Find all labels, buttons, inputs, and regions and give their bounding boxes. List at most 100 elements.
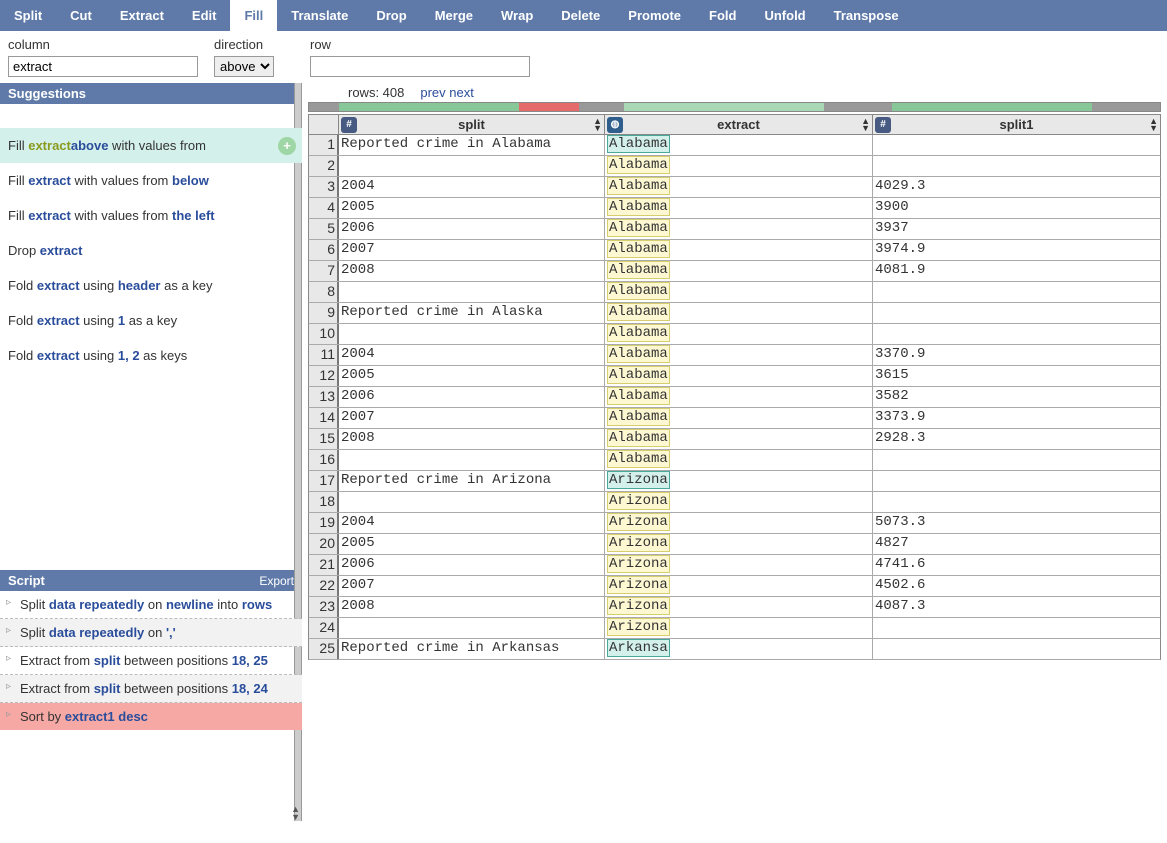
cell-split1[interactable]: 3370.9 <box>873 345 1160 365</box>
cell-split1[interactable]: 4502.6 <box>873 576 1160 596</box>
column-input[interactable] <box>8 56 198 77</box>
cell-split1[interactable] <box>873 282 1160 302</box>
cell-extract[interactable]: Arkansa <box>605 639 873 659</box>
toolbar-cut[interactable]: Cut <box>56 0 106 31</box>
cell-split1[interactable] <box>873 156 1160 176</box>
cell-extract[interactable]: Alabama <box>605 387 873 407</box>
cell-split[interactable]: 2008 <box>339 261 605 281</box>
cell-split1[interactable] <box>873 450 1160 470</box>
toolbar-wrap[interactable]: Wrap <box>487 0 547 31</box>
table-row[interactable]: 122005Alabama3615 <box>308 366 1161 387</box>
table-row[interactable]: 9Reported crime in AlaskaAlabama <box>308 303 1161 324</box>
table-row[interactable]: 25Reported crime in ArkansasArkansa <box>308 639 1161 660</box>
cell-split[interactable] <box>339 618 605 638</box>
toolbar-translate[interactable]: Translate <box>277 0 362 31</box>
table-row[interactable]: 192004Arizona5073.3 <box>308 513 1161 534</box>
toolbar-extract[interactable]: Extract <box>106 0 178 31</box>
cell-split1[interactable]: 5073.3 <box>873 513 1160 533</box>
toolbar-transpose[interactable]: Transpose <box>820 0 913 31</box>
cell-split1[interactable] <box>873 618 1160 638</box>
cell-split[interactable]: 2008 <box>339 597 605 617</box>
cell-extract[interactable]: Alabama <box>605 135 873 155</box>
table-row[interactable]: 52006Alabama3937 <box>308 219 1161 240</box>
script-item[interactable]: Sort by extract1 desc <box>0 703 302 730</box>
cell-split[interactable] <box>339 156 605 176</box>
sort-icon[interactable]: ▲▼ <box>1149 118 1158 132</box>
suggestion-item[interactable]: Fold extract using header as a key <box>0 268 302 303</box>
suggestion-item[interactable]: Drop extract <box>0 233 302 268</box>
suggestion-item[interactable]: Fill extract with values from below <box>0 163 302 198</box>
cell-split1[interactable]: 3582 <box>873 387 1160 407</box>
cell-extract[interactable]: Arizona <box>605 597 873 617</box>
table-row[interactable]: 1Reported crime in AlabamaAlabama <box>308 135 1161 156</box>
toolbar-merge[interactable]: Merge <box>421 0 487 31</box>
table-row[interactable]: 2Alabama <box>308 156 1161 177</box>
cell-split1[interactable]: 3937 <box>873 219 1160 239</box>
cell-extract[interactable]: Alabama <box>605 261 873 281</box>
cell-split1[interactable]: 4741.6 <box>873 555 1160 575</box>
cell-split[interactable]: 2007 <box>339 240 605 260</box>
cell-split[interactable]: 2005 <box>339 198 605 218</box>
table-row[interactable]: 112004Alabama3370.9 <box>308 345 1161 366</box>
cell-split1[interactable]: 2928.3 <box>873 429 1160 449</box>
cell-split1[interactable]: 4087.3 <box>873 597 1160 617</box>
toolbar-fold[interactable]: Fold <box>695 0 750 31</box>
cell-split1[interactable] <box>873 492 1160 512</box>
script-reorder-arrows[interactable]: ▲ ▼ <box>291 805 300 821</box>
sort-icon[interactable]: ▲▼ <box>861 118 870 132</box>
cell-extract[interactable]: Alabama <box>605 177 873 197</box>
cell-split1[interactable]: 4081.9 <box>873 261 1160 281</box>
suggestion-item[interactable]: Fold extract using 1, 2 as keys <box>0 338 302 373</box>
cell-split[interactable] <box>339 282 605 302</box>
cell-split[interactable]: 2007 <box>339 576 605 596</box>
cell-extract[interactable]: Arizona <box>605 492 873 512</box>
cell-split1[interactable]: 4827 <box>873 534 1160 554</box>
cell-split[interactable]: 2004 <box>339 513 605 533</box>
cell-extract[interactable]: Alabama <box>605 198 873 218</box>
table-row[interactable]: 24Arizona <box>308 618 1161 639</box>
cell-split[interactable] <box>339 492 605 512</box>
cell-split[interactable]: 2005 <box>339 366 605 386</box>
th-extract[interactable]: ◍ extract ▲▼ <box>605 115 873 134</box>
table-row[interactable]: 72008Alabama4081.9 <box>308 261 1161 282</box>
toolbar-delete[interactable]: Delete <box>547 0 614 31</box>
suggestion-item[interactable]: Fold extract using 1 as a key <box>0 303 302 338</box>
cell-split[interactable]: Reported crime in Arkansas <box>339 639 605 659</box>
table-row[interactable]: 18Arizona <box>308 492 1161 513</box>
script-item[interactable]: Extract from split between positions 18,… <box>0 647 302 675</box>
table-row[interactable]: 232008Arizona4087.3 <box>308 597 1161 618</box>
cell-split1[interactable]: 3900 <box>873 198 1160 218</box>
arrow-down-icon[interactable]: ▼ <box>291 813 300 821</box>
cell-split[interactable]: 2006 <box>339 387 605 407</box>
cell-split[interactable]: 2004 <box>339 345 605 365</box>
cell-split1[interactable]: 3615 <box>873 366 1160 386</box>
cell-extract[interactable]: Arizona <box>605 618 873 638</box>
cell-extract[interactable]: Alabama <box>605 282 873 302</box>
toolbar-unfold[interactable]: Unfold <box>750 0 819 31</box>
cell-split[interactable]: Reported crime in Alabama <box>339 135 605 155</box>
cell-extract[interactable]: Alabama <box>605 219 873 239</box>
table-row[interactable]: 62007Alabama3974.9 <box>308 240 1161 261</box>
table-row[interactable]: 42005Alabama3900 <box>308 198 1161 219</box>
script-item[interactable]: Split data repeatedly on newline into ro… <box>0 591 302 619</box>
prev-link[interactable]: prev <box>420 85 445 100</box>
table-row[interactable]: 8Alabama <box>308 282 1161 303</box>
cell-split1[interactable] <box>873 639 1160 659</box>
cell-split[interactable]: 2005 <box>339 534 605 554</box>
row-input[interactable] <box>310 56 530 77</box>
add-icon[interactable]: + <box>278 137 296 155</box>
th-rownum[interactable] <box>309 115 339 134</box>
th-split1[interactable]: # split1 ▲▼ <box>873 115 1160 134</box>
table-row[interactable]: 222007Arizona4502.6 <box>308 576 1161 597</box>
cell-split[interactable] <box>339 324 605 344</box>
cell-extract[interactable]: Arizona <box>605 576 873 596</box>
cell-extract[interactable]: Alabama <box>605 156 873 176</box>
cell-split1[interactable] <box>873 324 1160 344</box>
cell-extract[interactable]: Arizona <box>605 471 873 491</box>
cell-extract[interactable]: Alabama <box>605 240 873 260</box>
cell-extract[interactable]: Arizona <box>605 555 873 575</box>
script-item[interactable]: Split data repeatedly on ',' <box>0 619 302 647</box>
direction-select[interactable]: above <box>214 56 274 77</box>
suggestion-item[interactable]: Fill extract with values from the left <box>0 198 302 233</box>
script-item[interactable]: Extract from split between positions 18,… <box>0 675 302 703</box>
